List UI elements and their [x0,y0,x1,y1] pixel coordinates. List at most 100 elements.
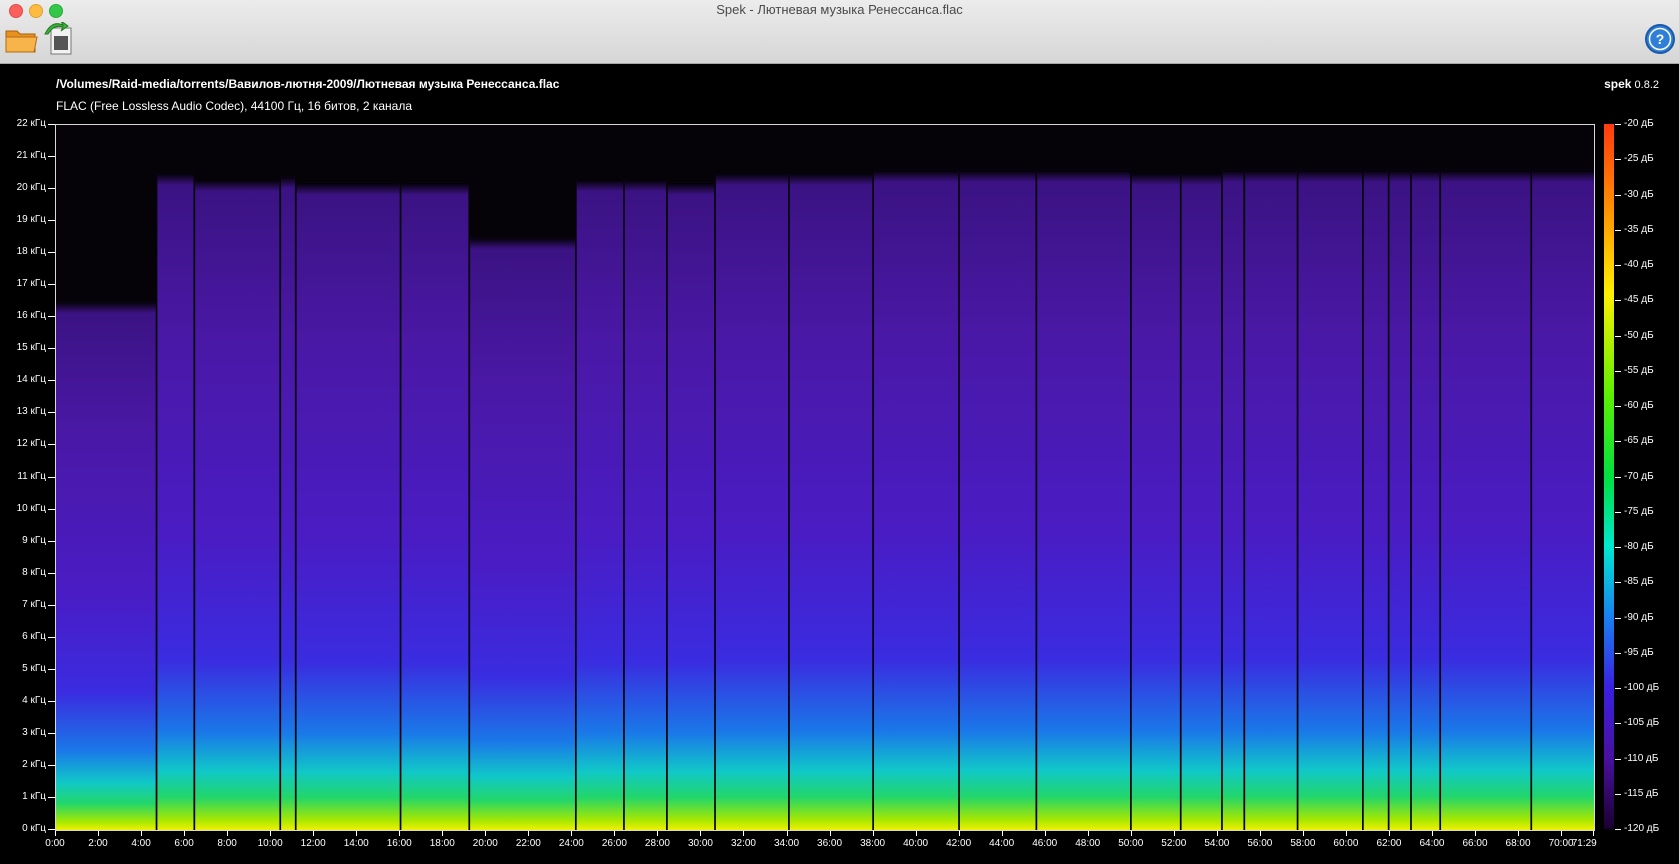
db-tick [1615,617,1621,619]
spectrogram-track [1389,169,1411,830]
spectrogram-track [157,173,194,830]
track-cutoff-edge [470,237,575,250]
time-tick [571,831,573,836]
frequency-tick-label: 6 кГц [22,630,46,642]
time-tick-label: 32:00 [730,838,756,849]
db-tick [1615,335,1621,337]
db-tick [1615,159,1621,161]
time-tick [1130,831,1132,836]
spectrogram-track [624,179,667,830]
time-tick-label: 36:00 [817,838,843,849]
track-cutoff-edge [1441,169,1531,182]
db-tick-label: -105 дБ [1624,717,1660,729]
track-cutoff-edge [1389,169,1411,182]
time-tick-label: 42:00 [946,838,972,849]
spectrogram-track [1363,169,1388,830]
db-tick [1615,793,1621,795]
track-cutoff-edge [1181,173,1222,186]
time-tick-label: 68:00 [1505,838,1531,849]
time-tick [356,831,358,836]
frequency-tick-label: 4 кГц [22,694,46,706]
time-tick-label: 71:29 [1571,838,1597,849]
spectrogram-track [789,173,873,830]
time-tick [743,831,745,836]
spectrogram-track [873,169,959,830]
frequency-tick-label: 16 кГц [16,310,46,322]
spectrogram-image [56,125,1594,830]
app-name: spek [1604,77,1632,91]
time-tick-label: 64:00 [1419,838,1445,849]
frequency-tick-label: 5 кГц [22,662,46,674]
frequency-tick-label: 7 кГц [22,598,46,610]
frequency-tick [48,220,55,222]
db-tick [1615,406,1621,407]
time-tick [399,831,401,836]
time-tick [1561,831,1563,836]
file-info: FLAC (Free Lossless Audio Codec), 44100 … [56,99,412,113]
time-tick [313,831,315,836]
time-tick [657,831,659,836]
time-tick-label: 18:00 [429,838,455,849]
db-tick-label: -95 дБ [1624,646,1654,658]
frequency-tick [48,380,55,382]
frequency-tick-label: 11 кГц [17,470,46,482]
db-tick-label: -100 дБ [1624,682,1660,693]
track-cutoff-edge [157,173,194,186]
time-tick [786,831,788,836]
track-cutoff-edge [624,179,667,192]
time-tick [1475,831,1477,836]
time-tick-label: 30:00 [687,838,713,849]
spectrogram-track [959,169,1036,830]
db-tick [1615,511,1621,513]
save-image-button[interactable] [42,20,78,56]
frequency-tick-label: 22 кГц [16,118,46,129]
frequency-tick [48,188,55,190]
frequency-tick-label: 2 кГц [22,758,46,770]
track-cutoff-edge [667,182,715,195]
frequency-tick [48,124,55,125]
frequency-tick-label: 20 кГц [16,182,46,194]
time-tick [1001,831,1003,836]
time-tick [700,831,702,836]
db-tick [1615,829,1621,830]
spectrogram-track [56,301,156,830]
time-tick-label: 56:00 [1247,838,1273,849]
time-tick-label: 58:00 [1290,838,1316,849]
help-button[interactable]: ? [1644,23,1676,55]
frequency-tick-label: 17 кГц [16,278,46,290]
frequency-tick [48,668,55,670]
db-tick-label: -45 дБ [1624,294,1654,306]
time-tick-label: 46:00 [1032,838,1058,849]
time-tick [1173,831,1175,836]
open-file-button[interactable] [4,22,40,56]
frequency-tick [48,540,55,542]
time-tick [915,831,917,836]
spectrogram-track [296,182,400,830]
spectrogram-track [1222,169,1244,830]
frequency-tick [48,252,55,254]
spectrogram-track [1532,169,1594,830]
spectrogram-plot [55,124,1595,831]
folder-icon [5,30,38,53]
track-cutoff-edge [789,173,873,186]
db-tick [1615,758,1621,760]
track-cutoff-edge [1222,169,1244,182]
db-tick-label: -75 дБ [1624,505,1654,517]
time-tick-label: 14:00 [343,838,369,849]
db-tick-label: -25 дБ [1624,153,1654,165]
db-tick [1615,582,1621,584]
spectrogram-track [195,179,280,830]
db-tick [1615,370,1621,372]
file-path: /Volumes/Raid-media/torrents/Вавилов-лют… [56,77,560,91]
time-tick [1216,831,1218,836]
frequency-tick [48,732,55,734]
db-tick-label: -20 дБ [1624,118,1654,129]
frequency-tick [48,412,55,414]
track-cutoff-edge [959,169,1036,182]
frequency-tick [48,156,55,158]
spectrogram-track [470,237,575,830]
frequency-tick [48,476,55,478]
time-tick-label: 50:00 [1118,838,1144,849]
time-tick-label: 38:00 [860,838,886,849]
track-cutoff-edge [873,169,959,182]
